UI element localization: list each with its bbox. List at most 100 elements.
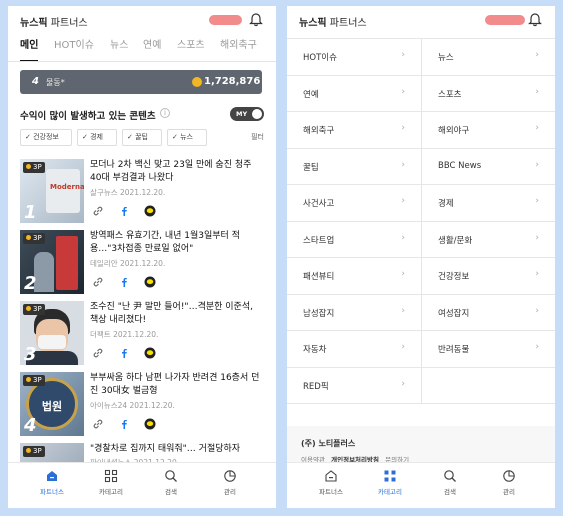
category-label: 사건사고 bbox=[303, 199, 335, 209]
article-title[interactable]: 방역패스 유효기간, 내년 1월3일부터 적용…"3차접종 만료일 없어" bbox=[90, 230, 262, 256]
kakao-icon[interactable] bbox=[144, 347, 156, 359]
article-title[interactable]: 모더나 2차 백신 맞고 23일 만에 숨진 청주 40대 부검결과 나왔다 bbox=[90, 159, 262, 185]
category-item[interactable]: 건강정보 › bbox=[421, 257, 555, 294]
category-item[interactable]: 스포츠 › bbox=[421, 74, 555, 111]
link-icon[interactable] bbox=[92, 347, 104, 359]
category-label: 생활/문화 bbox=[438, 235, 473, 246]
category-item[interactable]: 여성잡지 › bbox=[421, 293, 555, 330]
bottom-nav: 파트너스 카테고리 검색 관리 bbox=[8, 462, 276, 508]
tab-overseas-soccer[interactable]: 해외축구 bbox=[220, 38, 257, 61]
category-item[interactable]: 연예 › bbox=[287, 74, 421, 112]
thumbnail-text: Moderna bbox=[50, 183, 84, 191]
link-icon[interactable] bbox=[92, 276, 104, 288]
home-icon bbox=[47, 471, 57, 481]
nav-partners[interactable]: 파트너스 bbox=[306, 469, 356, 496]
grid-icon bbox=[384, 470, 396, 482]
list-item[interactable]: 3P 3 조수진 "난 尹 말만 들어!"…격분한 이준석, 책상 내리쳤다! … bbox=[20, 301, 264, 369]
bottom-nav: 파트너스 카테고리 검색 관리 bbox=[287, 462, 555, 508]
category-label: 패션뷰티 bbox=[303, 272, 335, 282]
thumbnail-text: 법원 bbox=[41, 400, 63, 413]
category-item[interactable]: 생활/문화 › bbox=[421, 220, 555, 257]
share-icons bbox=[92, 418, 172, 430]
category-label: 반려동물 bbox=[438, 345, 470, 355]
nav-label: 카테고리 bbox=[99, 488, 123, 496]
nav-label: 파트너스 bbox=[40, 488, 64, 496]
category-item[interactable]: 스타트업 › bbox=[287, 220, 421, 258]
category-label: HOT이슈 bbox=[303, 53, 337, 63]
chip-news[interactable]: ✓ 뉴스 bbox=[167, 129, 207, 146]
tab-hot[interactable]: HOT이슈 bbox=[54, 38, 94, 61]
list-item[interactable]: Moderna 3P 1 모더나 2차 백신 맞고 23일 만에 숨진 청주 4… bbox=[20, 159, 264, 227]
tab-news[interactable]: 뉴스 bbox=[110, 38, 128, 61]
list-item[interactable]: 3P 2 방역패스 유효기간, 내년 1월3일부터 적용…"3차접종 만료일 없… bbox=[20, 230, 264, 298]
chevron-right-icon: › bbox=[401, 50, 405, 60]
nav-search[interactable]: 검색 bbox=[425, 469, 475, 496]
chevron-right-icon: › bbox=[401, 86, 405, 97]
kakao-icon[interactable] bbox=[144, 205, 156, 217]
tab-sports[interactable]: 스포츠 bbox=[177, 38, 205, 61]
nav-category[interactable]: 카테고리 bbox=[365, 469, 415, 496]
chevron-right-icon: › bbox=[401, 305, 405, 316]
bell-icon[interactable] bbox=[528, 11, 542, 27]
category-item[interactable]: 경제 › bbox=[421, 184, 555, 221]
article-title[interactable]: 부부싸움 하다 남편 나가자 반려견 16층서 던진 30대女 벌금형 bbox=[90, 372, 262, 398]
my-toggle[interactable]: MY bbox=[230, 107, 264, 121]
bell-icon[interactable] bbox=[249, 11, 263, 27]
category-item[interactable]: 해외축구 › bbox=[287, 111, 421, 148]
category-label: 해외축구 bbox=[303, 126, 335, 136]
points-bar[interactable]: 4 물동* 1,728,876 bbox=[20, 70, 262, 94]
nav-category[interactable]: 카테고리 bbox=[86, 469, 136, 496]
category-label: 자동차 bbox=[303, 345, 327, 355]
category-screen: 뉴스픽 파트너스 HOT이슈 › 뉴스 › 연예 › 스포츠 › 해외축구 › 해외야구 › 꿀팁 › BB… bbox=[287, 6, 555, 508]
app-logo[interactable]: 뉴스픽 파트너스 bbox=[299, 14, 367, 29]
facebook-icon[interactable] bbox=[118, 205, 130, 217]
nav-search[interactable]: 검색 bbox=[146, 469, 196, 496]
article-title[interactable]: 조수진 "난 尹 말만 들어!"…격분한 이준석, 책상 내리쳤다! bbox=[90, 301, 262, 327]
list-item[interactable]: 법원 3P 4 부부싸움 하다 남편 나가자 반려견 16층서 던진 30대女 … bbox=[20, 372, 264, 440]
chip-health[interactable]: ✓ 건강정보 bbox=[20, 129, 72, 146]
chip-economy[interactable]: ✓ 경제 bbox=[77, 129, 117, 146]
category-item[interactable]: 패션뷰티 › bbox=[287, 257, 421, 294]
facebook-icon[interactable] bbox=[118, 418, 130, 430]
chip-tips[interactable]: ✓ 꿀팁 bbox=[122, 129, 162, 146]
article-thumbnail: 3P 3 bbox=[20, 301, 84, 365]
profile-pill[interactable] bbox=[485, 15, 525, 25]
category-item[interactable]: 반려동물 › bbox=[421, 330, 555, 367]
toggle-label: MY bbox=[236, 110, 248, 118]
app-logo[interactable]: 뉴스픽 파트너스 bbox=[20, 14, 88, 29]
facebook-icon[interactable] bbox=[118, 347, 130, 359]
pie-chart-icon bbox=[224, 470, 236, 482]
nav-partners[interactable]: 파트너스 bbox=[27, 469, 77, 496]
link-icon[interactable] bbox=[92, 205, 104, 217]
profile-pill[interactable] bbox=[209, 15, 242, 25]
category-item[interactable]: 꿀팁 › bbox=[287, 147, 421, 185]
category-item[interactable]: RED픽 › bbox=[287, 366, 421, 404]
category-item[interactable]: 사건사고 › bbox=[287, 184, 421, 221]
nav-manage[interactable]: 관리 bbox=[205, 469, 255, 496]
category-item[interactable]: 자동차 › bbox=[287, 330, 421, 367]
info-icon[interactable]: i bbox=[160, 108, 170, 118]
category-item[interactable]: 남성잡지 › bbox=[287, 293, 421, 331]
link-icon[interactable] bbox=[92, 418, 104, 430]
tab-main[interactable]: 메인 bbox=[20, 38, 39, 61]
nav-manage[interactable]: 관리 bbox=[484, 469, 534, 496]
category-item[interactable]: 해외야구 › bbox=[421, 111, 555, 148]
chevron-right-icon: › bbox=[535, 305, 539, 316]
company-name: (주) 노티플러스 bbox=[301, 439, 356, 448]
category-item[interactable]: BBC News › bbox=[421, 147, 555, 184]
facebook-icon[interactable] bbox=[118, 276, 130, 288]
points-amount: 1,728,876 bbox=[204, 76, 261, 87]
article-title[interactable]: "경찰차로 집까지 태워줘"… 거절당하자 bbox=[90, 443, 262, 456]
chevron-right-icon: › bbox=[535, 86, 539, 97]
category-label: 여성잡지 bbox=[438, 308, 470, 319]
category-label: BBC News bbox=[438, 160, 482, 171]
kakao-icon[interactable] bbox=[144, 418, 156, 430]
category-label: 해외야구 bbox=[438, 126, 470, 136]
category-item[interactable]: 뉴스 › bbox=[421, 38, 555, 75]
filter-chips: ✓ 건강정보 ✓ 경제 ✓ 꿀팁 ✓ 뉴스 필터 bbox=[20, 129, 264, 147]
category-label: 스포츠 bbox=[438, 89, 462, 100]
tab-entertainment[interactable]: 연예 bbox=[143, 38, 161, 61]
kakao-icon[interactable] bbox=[144, 276, 156, 288]
filter-button[interactable]: 필터 bbox=[251, 132, 264, 142]
category-item[interactable]: HOT이슈 › bbox=[287, 38, 421, 75]
